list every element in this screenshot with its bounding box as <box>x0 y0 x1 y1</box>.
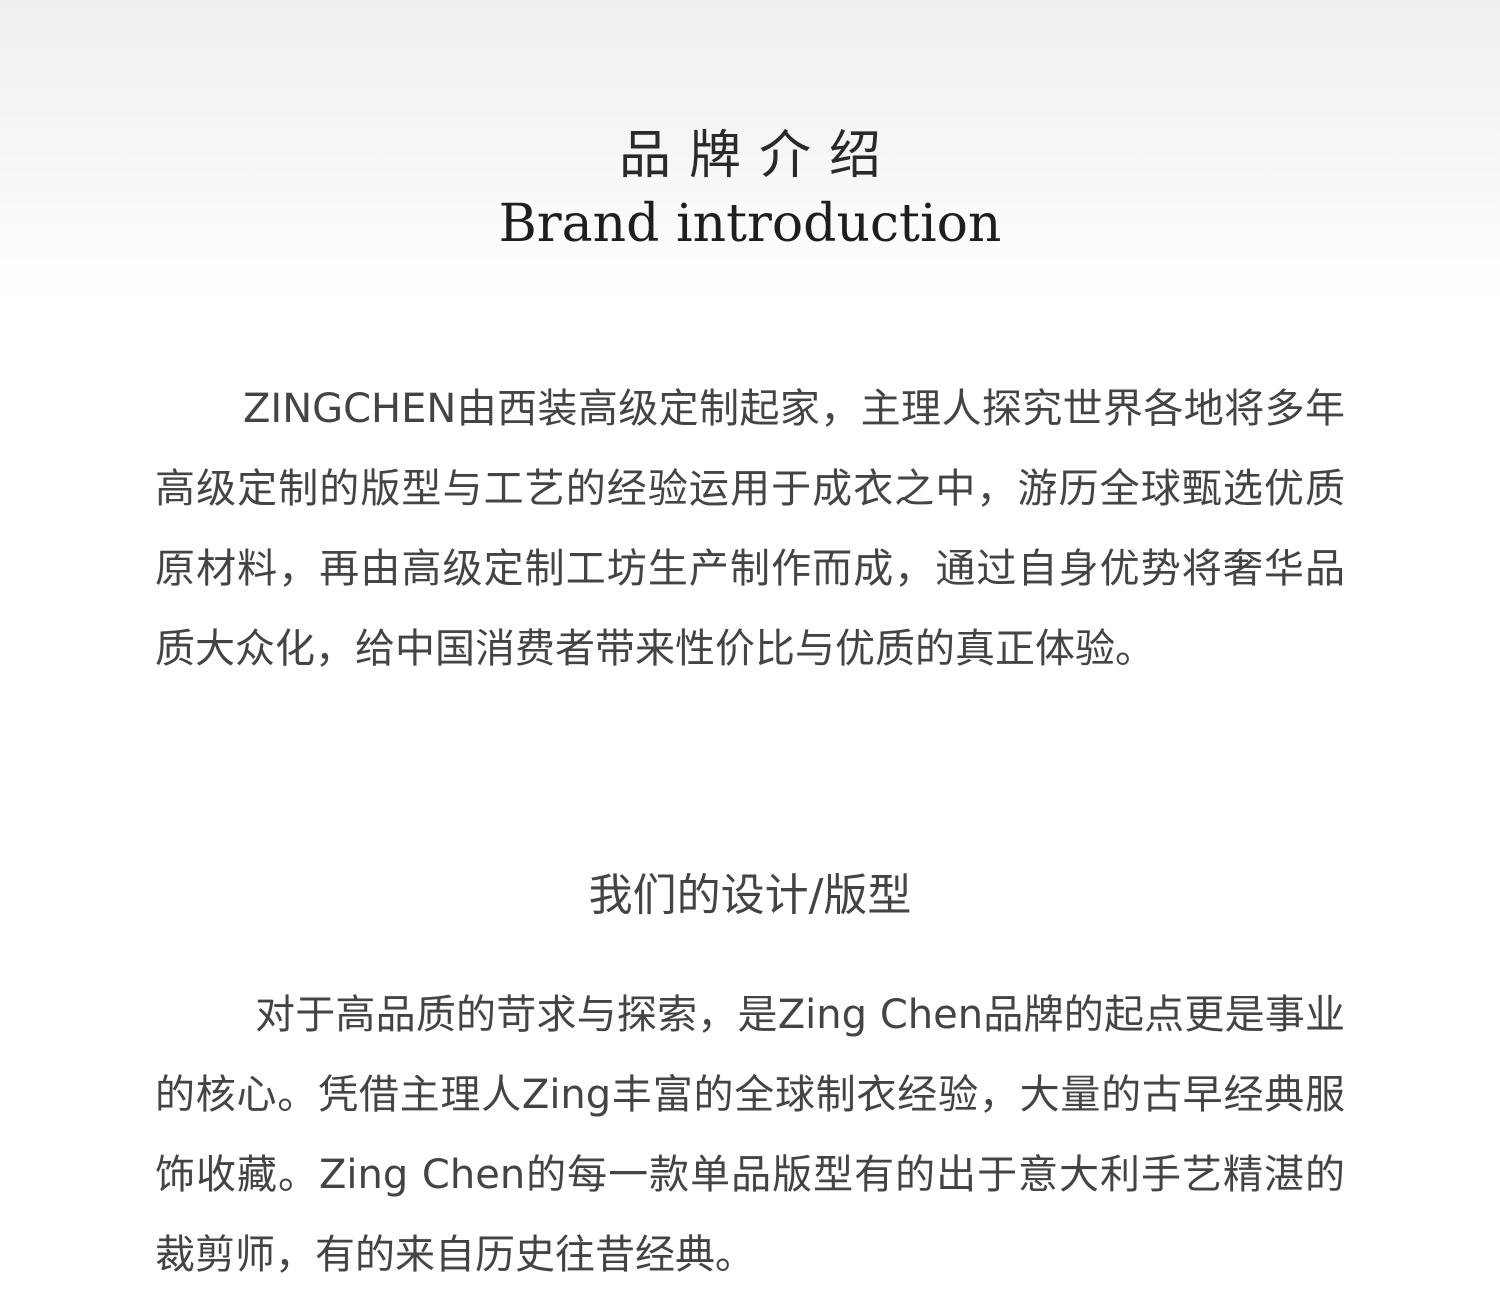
page-title-english: Brand introduction <box>498 194 1002 254</box>
page-title-chinese: 品牌介绍 <box>618 126 899 186</box>
brand-intro-paragraph: ZINGCHEN由西装高级定制起家，主理人探究世界各地将多年高级定制的版型与工艺… <box>155 386 1345 672</box>
brand-introduction-page: 品牌介绍 Brand introduction ZINGCHEN由西装高级定制起… <box>0 0 1500 1301</box>
design-section-heading: 我们的设计/版型 <box>588 870 912 921</box>
design-paragraph: 对于高品质的苛求与探索，是Zing Chen品牌的起点更是事业的核心。凭借主理人… <box>155 992 1345 1278</box>
